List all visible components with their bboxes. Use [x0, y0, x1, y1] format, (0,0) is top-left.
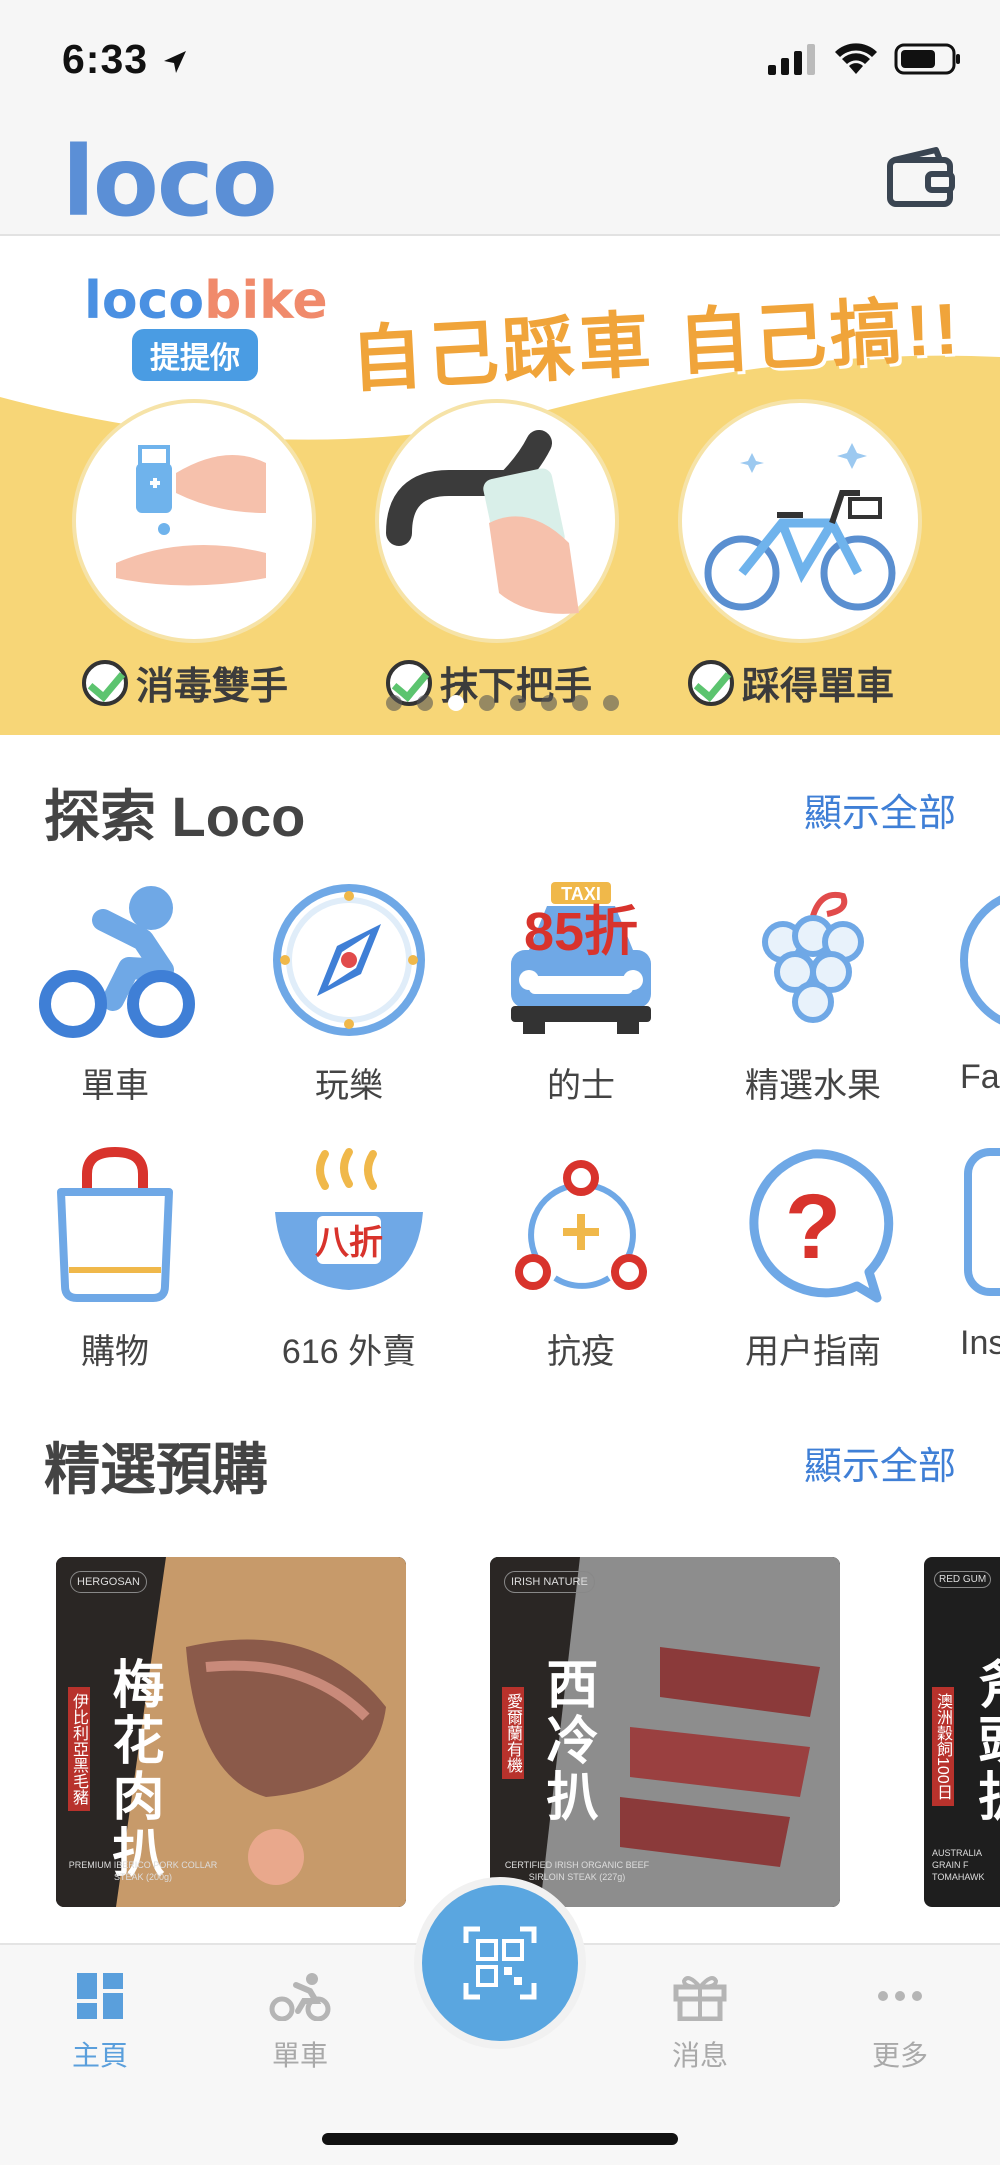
explore-item-label: 精選水果 [745, 1067, 881, 1105]
partial-icon [960, 895, 1000, 1025]
banner-tag: 提提你 [132, 329, 258, 381]
explore-item-label: 616 外賣 [281, 1333, 417, 1371]
banner-step-3: 踩得單車 [688, 655, 894, 710]
explore-item-taxi[interactable]: TAXI 85折 的士 [496, 880, 666, 1107]
status-bar: 6:33 [0, 0, 1000, 120]
promo-banner[interactable]: locobike 提提你 自己踩車 自己搞!! 消毒雙手 抹下把手 踩得單車 [0, 237, 1000, 735]
tab-bar: 主頁 單車 消息 更多 [0, 1877, 1000, 2165]
page-dot[interactable] [541, 695, 557, 711]
explore-item-label: 單車 [81, 1067, 149, 1105]
more-dots-icon [878, 1991, 922, 2001]
app-logo: loco [62, 126, 278, 238]
preorder-title: 精選預購 [44, 1438, 268, 1501]
tab-more[interactable]: 更多 [830, 1971, 970, 2074]
wipe-handle-illustration [375, 399, 619, 643]
svg-text:?: ? [785, 1176, 841, 1278]
product-subtitle: AUSTRALIA GRAIN F TOMAHAWK [932, 1848, 985, 1882]
taxi-icon: TAXI 85折 [511, 882, 651, 1034]
card-tag: 愛爾蘭有機 [502, 1687, 524, 1779]
svg-text:八折: 八折 [315, 1223, 383, 1263]
explore-item-label: Ins [960, 1324, 1000, 1362]
bike-icon [269, 1973, 331, 2022]
banner-step-1: 消毒雙手 [82, 655, 288, 710]
product-subtitle: PREMIUM IBERICO PORK COLLAR STEAK (200g) [68, 1860, 218, 1882]
explore-item-partial-1[interactable]: Fa [960, 880, 1000, 1097]
partial-icon [964, 1148, 1000, 1296]
explore-item-label: Fa [960, 1058, 1000, 1096]
tab-label: 消息 [671, 2040, 728, 2071]
explore-item-guide[interactable]: ? 用户指南 [728, 1146, 898, 1373]
app-header: loco [0, 120, 1000, 238]
product-card-partial[interactable]: RED GUM 澳洲穀飼100日 斧頭扒 AUSTRALIA GRAIN F T… [924, 1557, 1000, 1907]
tab-home[interactable]: 主頁 [30, 1971, 170, 2074]
wallet-icon[interactable] [886, 146, 956, 208]
brand-logo: RED GUM [934, 1571, 992, 1588]
preorder-show-all-link[interactable]: 顯示全部 [804, 1435, 956, 1490]
location-arrow-icon [164, 51, 187, 74]
sanitize-hands-illustration [72, 399, 316, 643]
check-icon [688, 659, 734, 706]
product-subtitle: CERTIFIED IRISH ORGANIC BEEF SIRLOIN STE… [504, 1860, 650, 1882]
explore-show-all-link[interactable]: 顯示全部 [804, 782, 956, 837]
page-dot[interactable] [479, 695, 495, 711]
product-card[interactable]: HERGOSAN 伊比利亞黑毛豬 梅花肉扒 PREMIUM IBERICO PO… [56, 1557, 406, 1907]
grapes-icon [762, 892, 864, 1023]
brand-logo: HERGOSAN [70, 1571, 147, 1593]
page-dot[interactable] [510, 695, 526, 711]
status-icons [766, 42, 962, 76]
explore-item-antiepidemic[interactable]: 抗疫 [496, 1146, 666, 1373]
product-card[interactable]: IRISH NATURE 愛爾蘭有機 西冷扒 CERTIFIED IRISH O… [490, 1557, 840, 1907]
qr-scan-icon [463, 1926, 537, 2000]
tab-label: 更多 [871, 2040, 928, 2071]
tab-messages[interactable]: 消息 [630, 1971, 770, 2074]
tab-label: 單車 [271, 2040, 328, 2071]
battery-icon [894, 43, 960, 75]
check-icon [82, 659, 128, 706]
banner-brand: locobike [84, 271, 328, 331]
page-dot[interactable] [386, 695, 402, 711]
explore-item-shopping[interactable]: 購物 [30, 1146, 200, 1373]
wifi-icon [835, 43, 877, 74]
shopping-bag-icon [57, 1146, 173, 1302]
explore-item-partial-2[interactable]: Ins [960, 1146, 1000, 1363]
explore-item-takeaway[interactable]: 八折 616 外賣 [264, 1146, 434, 1373]
card-tag: 伊比利亞黑毛豬 [68, 1687, 90, 1811]
product-name: 梅花肉扒 [104, 1657, 162, 1881]
signal-icon [768, 44, 815, 75]
page-dot[interactable] [603, 695, 619, 711]
tab-bike[interactable]: 單車 [230, 1971, 370, 2074]
explore-item-play[interactable]: 玩樂 [264, 880, 434, 1107]
svg-text:TAXI: TAXI [561, 884, 601, 904]
bike-rider-icon [39, 886, 195, 1038]
bike-illustration [678, 399, 922, 643]
page-dot[interactable] [417, 695, 433, 711]
takeaway-bowl-icon: 八折 [275, 1148, 423, 1290]
question-bubble-icon: ? [749, 1149, 894, 1303]
explore-item-bike[interactable]: 單車 [30, 880, 200, 1107]
scan-qr-button[interactable] [414, 1877, 586, 2049]
banner-page-indicator[interactable] [386, 695, 619, 711]
svg-text:85折: 85折 [524, 902, 638, 962]
product-name: 斧頭扒 [970, 1657, 1000, 1825]
explore-item-label: 的士 [547, 1067, 615, 1105]
gift-icon [673, 1976, 727, 2022]
explore-item-label: 購物 [81, 1333, 149, 1371]
antiepidemic-icon [515, 1160, 647, 1290]
page-dot-active[interactable] [448, 695, 464, 711]
home-indicator[interactable] [322, 2133, 678, 2145]
explore-item-label: 抗疫 [547, 1333, 615, 1371]
explore-item-label: 玩樂 [315, 1067, 383, 1105]
home-grid-icon [77, 1973, 123, 2019]
page-dot[interactable] [572, 695, 588, 711]
brand-logo: IRISH NATURE [504, 1571, 595, 1593]
card-tag: 澳洲穀飼100日 [932, 1687, 954, 1806]
product-name: 西冷扒 [538, 1657, 596, 1825]
explore-item-label: 用户指南 [745, 1333, 881, 1371]
explore-item-fruit[interactable]: 精選水果 [728, 880, 898, 1107]
explore-title: 探索 Loco [44, 785, 306, 848]
status-time: 6:33 [62, 36, 190, 83]
tab-label: 主頁 [71, 2040, 128, 2071]
compass-icon [273, 884, 425, 1036]
